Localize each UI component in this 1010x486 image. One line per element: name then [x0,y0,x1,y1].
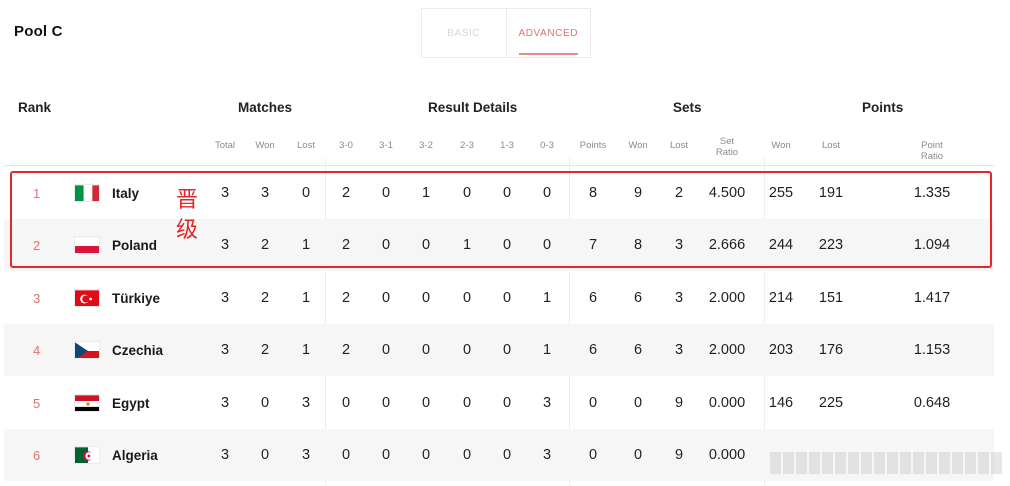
points-header: Points [862,100,904,115]
column-header[interactable]: 3-1 [364,140,408,151]
annotation-char: 级 [175,218,198,243]
column-header[interactable]: Point Ratio [910,140,954,162]
column-header[interactable]: Set Ratio [712,136,742,158]
team-name[interactable]: Czechia [112,324,163,376]
watermark [770,452,1002,474]
stat-cell: 0.648 [913,395,951,411]
column-header[interactable]: 3-2 [404,140,448,151]
stat-cell: 0.000 [708,395,746,411]
algeria-flag-icon [74,446,100,464]
table-row[interactable]: 5 Egypt 3 0 3 0 0 0 0 0 3 0 0 9 0.000 146 225 0.648 [4,377,994,429]
view-toggle: BASIC ADVANCED [421,8,591,58]
rank-cell: 4 [33,342,41,358]
column-header[interactable]: Lost [657,140,701,151]
egypt-flag-icon [74,394,100,412]
turkiye-flag-icon [74,289,100,307]
qualified-annotation: 晋 级 [172,186,202,246]
column-header[interactable]: Lost [809,140,853,151]
column-header[interactable]: 1-3 [485,140,529,151]
annotation-char: 晋 [175,188,198,213]
stat-cell: 2.000 [708,342,746,358]
rank-cell: 3 [33,290,41,306]
tab-advanced[interactable]: ADVANCED [507,9,591,57]
column-header[interactable]: Points [571,140,615,151]
stat-cell: 1.153 [913,342,951,358]
team-name[interactable]: Egypt [112,377,150,429]
stat-cell: 225 [818,395,844,411]
table-row[interactable]: 3 Türkiye 3 2 1 2 0 0 0 0 1 6 6 3 2.000 214 151 1.417 [4,272,994,324]
column-header[interactable]: Won [243,140,287,151]
team-name[interactable]: Algeria [112,429,158,481]
header-divider [4,165,994,166]
column-header[interactable]: 2-3 [445,140,489,151]
sets-header: Sets [673,100,702,115]
column-header[interactable]: 0-3 [525,140,569,151]
column-header[interactable]: Total [203,140,247,151]
column-header[interactable]: 3-0 [324,140,368,151]
result-details-header: Result Details [428,100,518,115]
team-name[interactable]: Türkiye [112,272,160,324]
czechia-flag-icon [74,341,100,359]
column-header[interactable]: Won [616,140,660,151]
stat-cell: 2.000 [708,290,746,306]
rank-header: Rank [18,100,52,115]
qualified-highlight-box [10,171,992,268]
stat-cell: 1.417 [913,290,951,306]
stat-cell: 0.000 [708,447,746,463]
rank-cell: 6 [33,447,41,463]
column-header[interactable]: Lost [284,140,328,151]
stat-cell: 176 [818,342,844,358]
rank-cell: 5 [33,395,41,411]
column-header[interactable]: Won [759,140,803,151]
stat-cell: 151 [818,290,844,306]
matches-header: Matches [238,100,293,115]
table-row[interactable]: 4 Czechia 3 2 1 2 0 0 0 0 1 6 6 3 2.000 203 176 1.153 [4,324,994,376]
tab-basic[interactable]: BASIC [422,9,507,57]
pool-title: Pool C [14,23,63,40]
